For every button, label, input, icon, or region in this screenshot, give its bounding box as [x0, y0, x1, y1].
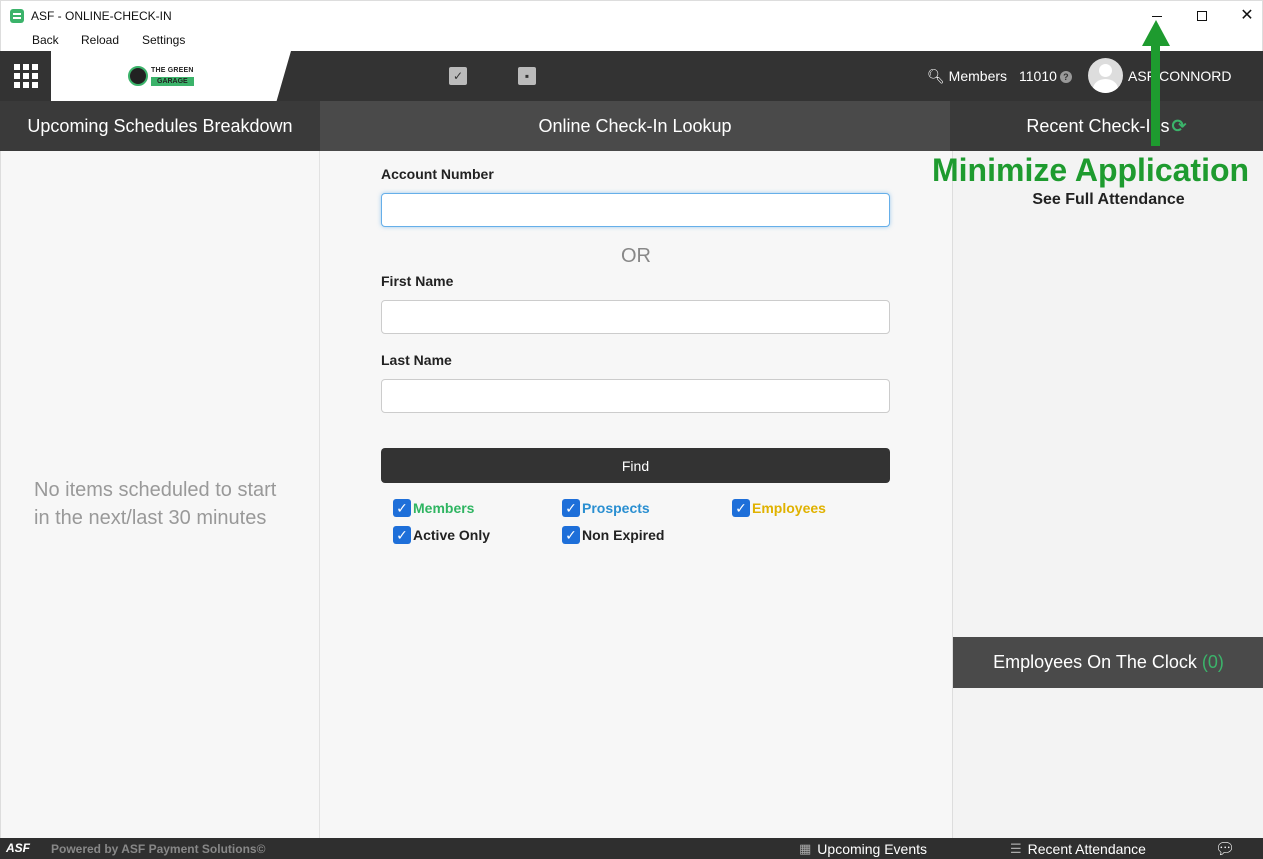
calendar-icon: ▦ — [799, 841, 812, 856]
annotation-arrow-shaft — [1151, 40, 1160, 146]
checkin-lookup-title: Online Check-In Lookup — [538, 115, 732, 136]
checkbox-checked-icon: ✓ — [732, 499, 750, 517]
non-expired-label: Non Expired — [582, 527, 665, 543]
upcoming-schedules-panel: No items scheduled to start in the next/… — [0, 151, 320, 838]
or-separator: OR — [621, 245, 651, 267]
menu-bar: Back Reload Settings — [0, 30, 1263, 51]
upcoming-schedules-title: Upcoming Schedules Breakdown — [27, 115, 293, 136]
account-number-input[interactable] — [381, 193, 890, 227]
close-button[interactable]: ✕ — [1224, 1, 1263, 31]
window-title: ASF - ONLINE-CHECK-IN — [31, 9, 172, 23]
employees-checkbox-label: Employees — [752, 500, 826, 516]
menu-reload[interactable]: Reload — [81, 33, 119, 47]
help-icon[interactable]: ? — [1059, 71, 1072, 83]
brand-logo[interactable]: THE GREEN GARAGE — [51, 51, 291, 101]
prospects-checkbox[interactable]: ✓ Prospects — [562, 499, 650, 517]
app-icon — [10, 9, 24, 23]
upcoming-events-link[interactable]: ▦ Upcoming Events — [799, 841, 927, 857]
recent-checkins-title: Recent Check-Ins — [1026, 115, 1170, 136]
search-icon: 🔍︎ — [927, 68, 945, 84]
top-navbar: THE GREEN GARAGE ✓ ▪ 🔍︎ Members 11010? A… — [0, 51, 1263, 101]
see-full-attendance-link[interactable]: See Full Attendance — [953, 191, 1263, 209]
club-number-text: 11010 — [1019, 68, 1057, 84]
apps-grid-icon[interactable] — [0, 51, 51, 101]
annotation-label: Minimize Application — [932, 152, 1250, 188]
employees-on-clock-header[interactable]: Employees On The Clock (0) — [953, 637, 1263, 688]
list-icon: ☰ — [1010, 841, 1022, 856]
non-expired-checkbox[interactable]: ✓ Non Expired — [562, 526, 664, 544]
employees-on-clock-count: (0) — [1201, 652, 1224, 672]
logo-mark — [128, 66, 148, 86]
window-titlebar: ASF - ONLINE-CHECK-IN ✕ — [0, 0, 1263, 30]
club-number: 11010? — [1019, 68, 1072, 84]
logo-text-top: THE GREEN — [151, 67, 194, 74]
members-checkbox[interactable]: ✓ Members — [393, 499, 474, 517]
checkbox-checked-icon: ✓ — [562, 499, 580, 517]
recent-checkins-header: Recent Check-Ins ⟳ — [950, 101, 1263, 151]
employees-on-clock-title: Employees On The Clock — [993, 652, 1197, 672]
footer-bar: ASF Powered by ASF Payment Solutions© ▦ … — [0, 838, 1263, 859]
minimize-icon — [1152, 15, 1162, 17]
checkbox-checked-icon: ✓ — [562, 526, 580, 544]
avatar[interactable] — [1088, 58, 1123, 93]
logo-text-bottom: GARAGE — [151, 77, 194, 86]
menu-settings[interactable]: Settings — [142, 33, 185, 47]
active-only-label: Active Only — [413, 527, 491, 543]
maximize-button[interactable] — [1179, 1, 1225, 31]
active-only-checkbox[interactable]: ✓ Active Only — [393, 526, 490, 544]
find-button[interactable]: Find — [381, 448, 890, 483]
username[interactable]: ASF CONNORD — [1128, 68, 1231, 84]
account-number-label: Account Number — [381, 166, 494, 182]
recent-checkins-panel: See Full Attendance Employees On The Clo… — [952, 151, 1263, 838]
members-checkbox-label: Members — [413, 500, 475, 516]
recent-attendance-label: Recent Attendance — [1027, 841, 1146, 857]
close-icon: ✕ — [1240, 7, 1254, 24]
upcoming-schedules-header: Upcoming Schedules Breakdown — [0, 101, 320, 151]
checkbox-checked-icon: ✓ — [393, 499, 411, 517]
recent-attendance-link[interactable]: ☰ Recent Attendance — [1010, 841, 1146, 857]
last-name-input[interactable] — [381, 379, 890, 413]
first-name-input[interactable] — [381, 300, 890, 334]
upcoming-events-label: Upcoming Events — [817, 841, 928, 857]
first-name-label: First Name — [381, 273, 454, 289]
members-label: Members — [948, 68, 1008, 84]
checkin-lookup-header: Online Check-In Lookup — [320, 101, 950, 151]
asf-footer-logo: ASF — [6, 841, 30, 855]
checkin-lookup-panel: Account Number OR First Name Last Name F… — [320, 151, 952, 838]
chat-icon[interactable]: 💬︎ — [1215, 839, 1235, 859]
employees-checkbox[interactable]: ✓ Employees — [732, 499, 826, 517]
members-search-link[interactable]: 🔍︎ Members — [927, 68, 1007, 85]
last-name-label: Last Name — [381, 352, 452, 368]
maximize-icon — [1197, 11, 1207, 21]
prospects-checkbox-label: Prospects — [582, 500, 650, 516]
refresh-icon[interactable]: ⟳ — [1171, 116, 1186, 137]
checkbox-icon[interactable]: ✓ — [449, 67, 467, 85]
checkbox-checked-icon: ✓ — [393, 526, 411, 544]
powered-by-text: Powered by ASF Payment Solutions© — [51, 842, 266, 856]
contact-book-icon[interactable]: ▪ — [518, 67, 536, 85]
menu-back[interactable]: Back — [32, 33, 59, 47]
empty-schedule-message: No items scheduled to start in the next/… — [34, 479, 277, 529]
